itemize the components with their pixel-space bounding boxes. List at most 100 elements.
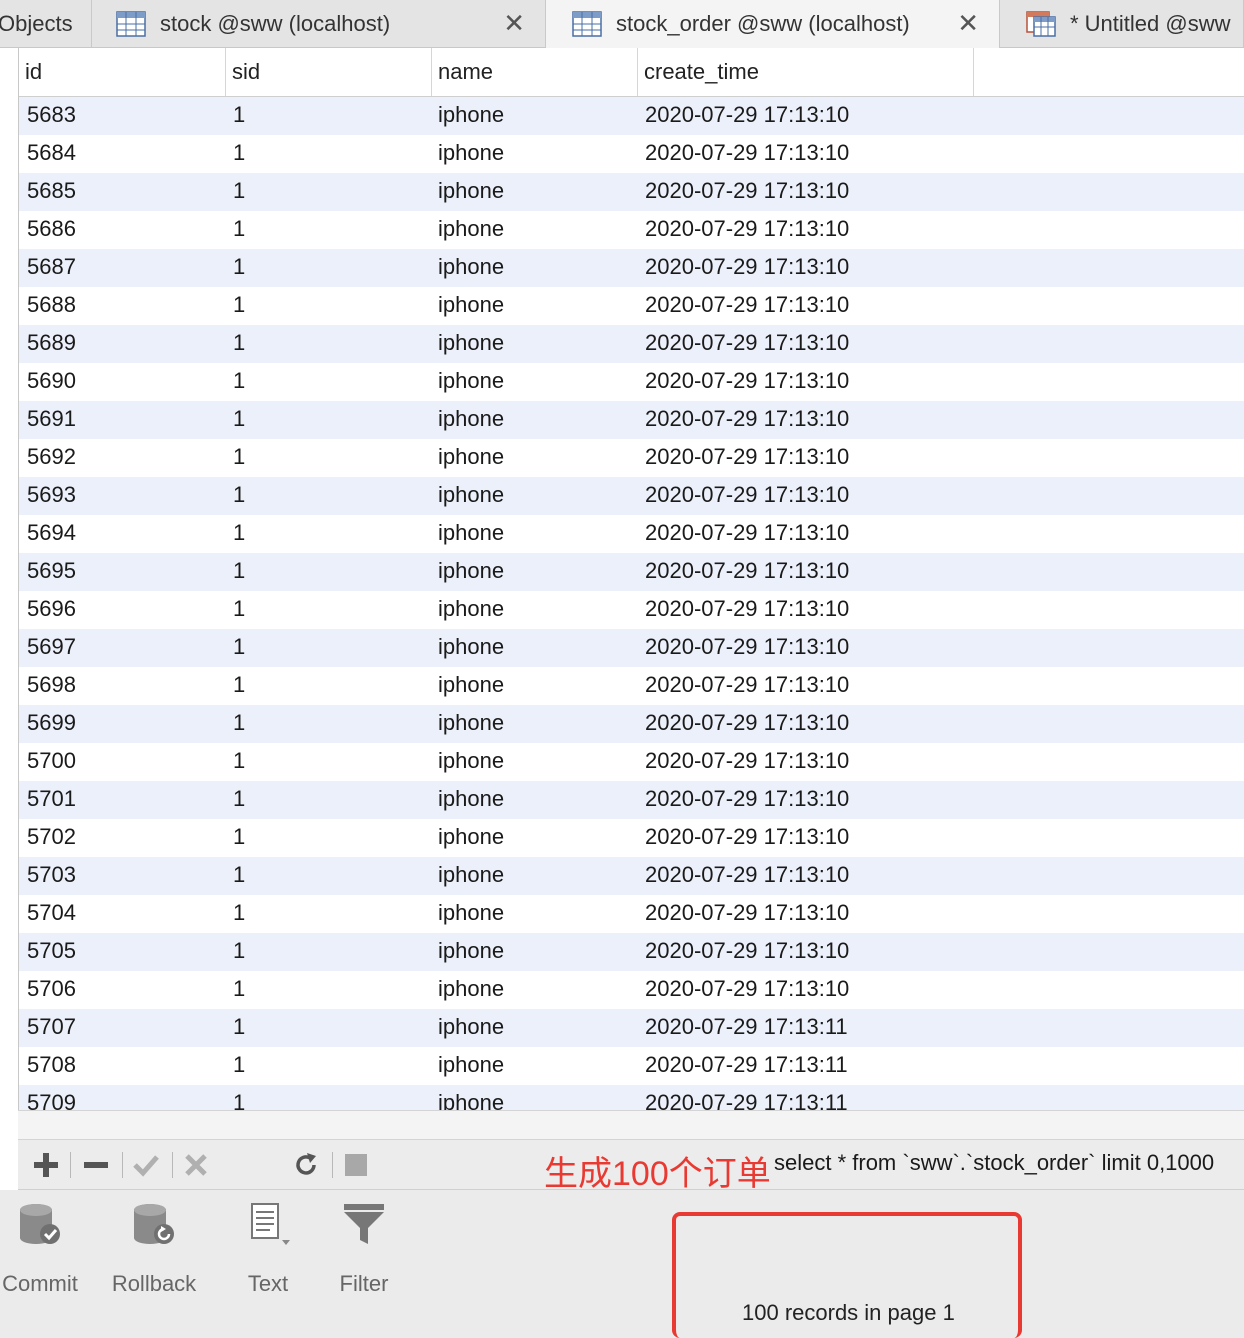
cell-id[interactable]: 5695 — [27, 553, 76, 591]
table-row[interactable]: 5692 1 iphone 2020-07-29 17:13:10 — [19, 439, 1244, 477]
cell-id[interactable]: 5694 — [27, 515, 76, 553]
tab-untitled-query[interactable]: * Untitled @sww — [1000, 0, 1244, 48]
cell-name[interactable]: iphone — [438, 515, 504, 553]
cell-id[interactable]: 5704 — [27, 895, 76, 933]
cell-create-time[interactable]: 2020-07-29 17:13:10 — [645, 629, 849, 667]
table-row[interactable]: 5699 1 iphone 2020-07-29 17:13:10 — [19, 705, 1244, 743]
commit-button[interactable]: Commit — [0, 1200, 90, 1297]
table-row[interactable]: 5694 1 iphone 2020-07-29 17:13:10 — [19, 515, 1244, 553]
cell-name[interactable]: iphone — [438, 249, 504, 287]
table-row[interactable]: 5698 1 iphone 2020-07-29 17:13:10 — [19, 667, 1244, 705]
cell-create-time[interactable]: 2020-07-29 17:13:10 — [645, 819, 849, 857]
check-icon[interactable] — [126, 1148, 166, 1182]
table-row[interactable]: 5708 1 iphone 2020-07-29 17:13:11 — [19, 1047, 1244, 1085]
table-row[interactable]: 5697 1 iphone 2020-07-29 17:13:10 — [19, 629, 1244, 667]
cell-name[interactable]: iphone — [438, 705, 504, 743]
cell-id[interactable]: 5706 — [27, 971, 76, 1009]
cell-create-time[interactable]: 2020-07-29 17:13:10 — [645, 211, 849, 249]
table-row[interactable]: 5700 1 iphone 2020-07-29 17:13:10 — [19, 743, 1244, 781]
cell-create-time[interactable]: 2020-07-29 17:13:11 — [645, 1047, 848, 1085]
cell-sid[interactable]: 1 — [233, 705, 245, 743]
cell-create-time[interactable]: 2020-07-29 17:13:10 — [645, 325, 849, 363]
column-header-name[interactable]: name — [432, 48, 638, 96]
tab-stock-order[interactable]: stock_order @sww (localhost) ✕ — [546, 0, 1000, 48]
table-row[interactable]: 5695 1 iphone 2020-07-29 17:13:10 — [19, 553, 1244, 591]
table-row[interactable]: 5690 1 iphone 2020-07-29 17:13:10 — [19, 363, 1244, 401]
cell-name[interactable]: iphone — [438, 1047, 504, 1085]
table-row[interactable]: 5709 1 iphone 2020-07-29 17:13:11 — [19, 1085, 1244, 1110]
cell-id[interactable]: 5701 — [27, 781, 76, 819]
cell-name[interactable]: iphone — [438, 933, 504, 971]
cell-sid[interactable]: 1 — [233, 743, 245, 781]
cell-name[interactable]: iphone — [438, 401, 504, 439]
cell-sid[interactable]: 1 — [233, 1085, 245, 1110]
cell-name[interactable]: iphone — [438, 895, 504, 933]
cell-name[interactable]: iphone — [438, 477, 504, 515]
cell-id[interactable]: 5702 — [27, 819, 76, 857]
cell-name[interactable]: iphone — [438, 819, 504, 857]
close-icon[interactable]: ✕ — [957, 10, 979, 36]
horizontal-scrollbar[interactable] — [18, 1110, 1244, 1140]
cell-create-time[interactable]: 2020-07-29 17:13:10 — [645, 287, 849, 325]
table-row[interactable]: 5687 1 iphone 2020-07-29 17:13:10 — [19, 249, 1244, 287]
rollback-button[interactable]: Rollback — [104, 1200, 204, 1297]
cell-id[interactable]: 5687 — [27, 249, 76, 287]
table-row[interactable]: 5706 1 iphone 2020-07-29 17:13:10 — [19, 971, 1244, 1009]
cell-name[interactable]: iphone — [438, 591, 504, 629]
cell-create-time[interactable]: 2020-07-29 17:13:11 — [645, 1009, 848, 1047]
cell-id[interactable]: 5684 — [27, 135, 76, 173]
cell-sid[interactable]: 1 — [233, 211, 245, 249]
cell-id[interactable]: 5689 — [27, 325, 76, 363]
cell-sid[interactable]: 1 — [233, 1009, 245, 1047]
cell-name[interactable]: iphone — [438, 667, 504, 705]
cell-id[interactable]: 5703 — [27, 857, 76, 895]
cell-create-time[interactable]: 2020-07-29 17:13:10 — [645, 477, 849, 515]
cell-name[interactable]: iphone — [438, 439, 504, 477]
cell-create-time[interactable]: 2020-07-29 17:13:10 — [645, 933, 849, 971]
cell-create-time[interactable]: 2020-07-29 17:13:10 — [645, 895, 849, 933]
cell-name[interactable]: iphone — [438, 97, 504, 135]
cell-name[interactable]: iphone — [438, 363, 504, 401]
cell-sid[interactable]: 1 — [233, 173, 245, 211]
cell-id[interactable]: 5688 — [27, 287, 76, 325]
table-row[interactable]: 5686 1 iphone 2020-07-29 17:13:10 — [19, 211, 1244, 249]
cell-id[interactable]: 5690 — [27, 363, 76, 401]
column-header-sid[interactable]: sid — [226, 48, 432, 96]
cell-id[interactable]: 5705 — [27, 933, 76, 971]
cell-create-time[interactable]: 2020-07-29 17:13:10 — [645, 591, 849, 629]
refresh-icon[interactable] — [286, 1148, 326, 1182]
cell-id[interactable]: 5699 — [27, 705, 76, 743]
cell-sid[interactable]: 1 — [233, 477, 245, 515]
cell-create-time[interactable]: 2020-07-29 17:13:10 — [645, 97, 849, 135]
table-row[interactable]: 5685 1 iphone 2020-07-29 17:13:10 — [19, 173, 1244, 211]
column-header-create-time[interactable]: create_time — [638, 48, 974, 96]
cell-id[interactable]: 5698 — [27, 667, 76, 705]
cell-create-time[interactable]: 2020-07-29 17:13:10 — [645, 401, 849, 439]
cell-id[interactable]: 5683 — [27, 97, 76, 135]
cell-name[interactable]: iphone — [438, 1085, 504, 1110]
cell-sid[interactable]: 1 — [233, 401, 245, 439]
table-row[interactable]: 5704 1 iphone 2020-07-29 17:13:10 — [19, 895, 1244, 933]
cell-create-time[interactable]: 2020-07-29 17:13:10 — [645, 249, 849, 287]
table-row[interactable]: 5684 1 iphone 2020-07-29 17:13:10 — [19, 135, 1244, 173]
cell-sid[interactable]: 1 — [233, 895, 245, 933]
cell-name[interactable]: iphone — [438, 1009, 504, 1047]
cell-name[interactable]: iphone — [438, 173, 504, 211]
cell-sid[interactable]: 1 — [233, 1047, 245, 1085]
cell-name[interactable]: iphone — [438, 629, 504, 667]
cell-sid[interactable]: 1 — [233, 629, 245, 667]
cell-create-time[interactable]: 2020-07-29 17:13:10 — [645, 363, 849, 401]
table-row[interactable]: 5707 1 iphone 2020-07-29 17:13:11 — [19, 1009, 1244, 1047]
cell-sid[interactable]: 1 — [233, 971, 245, 1009]
cell-name[interactable]: iphone — [438, 743, 504, 781]
table-row[interactable]: 5693 1 iphone 2020-07-29 17:13:10 — [19, 477, 1244, 515]
cell-create-time[interactable]: 2020-07-29 17:13:10 — [645, 743, 849, 781]
cell-create-time[interactable]: 2020-07-29 17:13:10 — [645, 705, 849, 743]
table-row[interactable]: 5696 1 iphone 2020-07-29 17:13:10 — [19, 591, 1244, 629]
cell-id[interactable]: 5696 — [27, 591, 76, 629]
cell-id[interactable]: 5691 — [27, 401, 76, 439]
table-row[interactable]: 5701 1 iphone 2020-07-29 17:13:10 — [19, 781, 1244, 819]
cell-id[interactable]: 5692 — [27, 439, 76, 477]
cell-sid[interactable]: 1 — [233, 857, 245, 895]
cell-name[interactable]: iphone — [438, 553, 504, 591]
